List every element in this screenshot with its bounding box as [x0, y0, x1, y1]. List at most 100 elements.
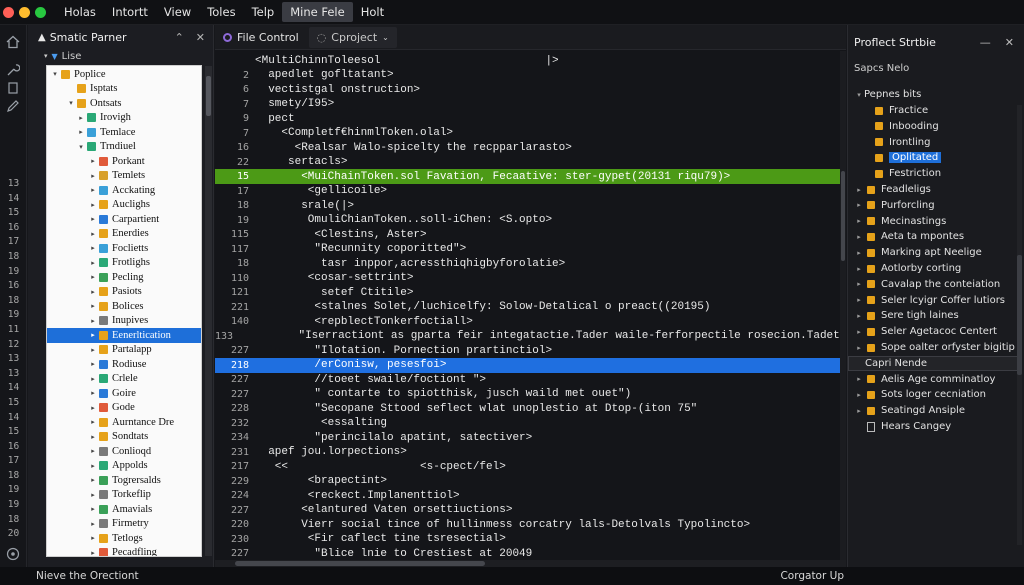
chevron-right-icon[interactable]: ▸ [89, 404, 97, 412]
status-right-text[interactable]: Corgator Up [780, 570, 844, 582]
chevron-right-icon[interactable]: ▸ [89, 288, 97, 296]
structure-item[interactable]: Irontling [848, 134, 1018, 150]
code-line[interactable]: 227 //toeet swaile/foctiont "> [215, 372, 846, 387]
file-tree[interactable]: ▾ Poplice Isptats ▾ Ontsats ▸ Irovigh ▸ Temlace ▾… [46, 65, 202, 557]
tree-item[interactable]: ▸ Partalapp [47, 343, 201, 358]
menu-item-holas[interactable]: Holas [56, 2, 104, 22]
chevron-right-icon[interactable]: ▸ [854, 344, 864, 352]
minimize-icon[interactable]: — [980, 36, 991, 49]
chevron-right-icon[interactable]: ▸ [854, 265, 864, 273]
code-line[interactable]: 2 apedlet gofltatant> [215, 68, 846, 83]
code-line[interactable]: 121 setef Ctitile> [215, 285, 846, 300]
tree-item[interactable]: ▸ Togrersalds [47, 473, 201, 488]
code-line[interactable]: 15 <MuiChainToken.sol Favation, Fecaativ… [215, 169, 846, 185]
chevron-right-icon[interactable]: ▸ [854, 312, 864, 320]
code-line[interactable]: 231 apef jou.lorpections> [215, 445, 846, 460]
code-line[interactable]: 227 "Ilotation. Pornection prartinctiol> [215, 343, 846, 358]
code-line[interactable]: 16 <Realsar Walo-spicelty the recpparlar… [215, 140, 846, 155]
chevron-right-icon[interactable]: ▸ [89, 317, 97, 325]
tree-item[interactable]: ▾ Poplice [47, 67, 201, 82]
structure-item[interactable]: ▸ Seatingd Ansiple [848, 403, 1018, 419]
chevron-right-icon[interactable]: ▸ [89, 491, 97, 499]
tree-item[interactable]: ▸ Inupives [47, 314, 201, 329]
chevron-right-icon[interactable]: ▸ [854, 186, 864, 194]
code-line[interactable]: 117 "Recunnity coporitted"> [215, 242, 846, 257]
chevron-down-icon[interactable]: ▾ [67, 99, 75, 107]
chevron-right-icon[interactable]: ▸ [89, 302, 97, 310]
tree-item[interactable]: ▸ Pecling [47, 270, 201, 285]
tree-item[interactable]: ▸ Crlele [47, 372, 201, 387]
tree-item[interactable]: ▸ Firmetry [47, 517, 201, 532]
chevron-right-icon[interactable]: ▸ [854, 201, 864, 209]
chevron-right-icon[interactable]: ▸ [854, 249, 864, 257]
editor-horizontal-scrollbar[interactable] [215, 560, 846, 567]
menu-item-mine-fele[interactable]: Mine Fele [282, 2, 353, 22]
code-line[interactable]: 220 Vierr social tince of hullinmess cor… [215, 517, 846, 532]
code-line[interactable]: 18 srale(|> [215, 198, 846, 213]
structure-item[interactable]: ▸ Aeta ta mpontes [848, 229, 1018, 245]
tree-item[interactable]: ▸ Carpartient [47, 212, 201, 227]
chevron-right-icon[interactable]: ▸ [89, 186, 97, 194]
tree-item[interactable]: ▸ Gode [47, 401, 201, 416]
close-window-button[interactable] [3, 6, 14, 18]
tree-item[interactable]: ▸ Frotlighs [47, 256, 201, 271]
code-line[interactable]: 9 pect [215, 111, 846, 126]
project-structure-scrollbar[interactable] [1017, 105, 1022, 545]
tree-item[interactable]: ▸ Aurntance Dre [47, 415, 201, 430]
chevron-right-icon[interactable]: ▸ [89, 346, 97, 354]
chevron-right-icon[interactable]: ▸ [89, 230, 97, 238]
tree-item[interactable]: ▸ Torkeflip [47, 488, 201, 503]
tree-item[interactable]: ▸ Tetlogs [47, 531, 201, 546]
chevron-right-icon[interactable]: ▸ [89, 360, 97, 368]
chevron-right-icon[interactable]: ▸ [89, 549, 97, 556]
chevron-right-icon[interactable]: ▸ [89, 520, 97, 528]
code-line[interactable]: 234 "perincilalo apatint, satectiver> [215, 430, 846, 445]
chevron-right-icon[interactable]: ▸ [89, 447, 97, 455]
explorer-scrollbar[interactable] [205, 66, 212, 556]
code-line[interactable]: 227 <elantured Vaten orsettiuctions> [215, 503, 846, 518]
chevron-right-icon[interactable]: ▸ [89, 273, 97, 281]
edit-icon[interactable] [5, 99, 21, 115]
tree-item[interactable]: ▸ Auclighs [47, 198, 201, 213]
code-line[interactable]: 19 OmuliChianToken..soll-iChen: <S.opto> [215, 213, 846, 228]
chevron-right-icon[interactable]: ▸ [854, 296, 864, 304]
code-line[interactable]: 17 <gellicoile> [215, 184, 846, 199]
tree-item[interactable]: ▸ Enerdies [47, 227, 201, 242]
menu-item-view[interactable]: View [156, 2, 199, 22]
explorer-subhead[interactable]: ▾ ▼ Lise [28, 49, 213, 63]
tab-file-control[interactable]: File Control [215, 25, 307, 50]
menu-item-toles[interactable]: Toles [199, 2, 243, 22]
scrollbar-thumb[interactable] [206, 76, 211, 116]
structure-item[interactable]: Fractice [848, 103, 1018, 119]
tree-item[interactable]: ▸ Appolds [47, 459, 201, 474]
scrollbar-thumb[interactable] [235, 561, 485, 566]
tree-item[interactable]: ▸ Amavials [47, 502, 201, 517]
code-line[interactable]: 22 sertacls> [215, 155, 846, 170]
structure-item[interactable]: Capri Nende [848, 355, 1018, 372]
structure-item[interactable]: ▸ Sots loger cecniation [848, 387, 1018, 403]
tree-item[interactable]: ▸ Irovigh [47, 111, 201, 126]
chevron-right-icon[interactable]: ▸ [89, 244, 97, 252]
chevron-right-icon[interactable]: ▸ [854, 328, 864, 336]
code-line[interactable]: 110 <cosar-settrint> [215, 271, 846, 286]
chevron-right-icon[interactable]: ▸ [89, 534, 97, 542]
code-line[interactable]: 18 tasr inppor,acressthiqhigbyforolatie> [215, 256, 846, 271]
chevron-down-icon[interactable]: ▾ [77, 143, 85, 151]
chevron-right-icon[interactable]: ▸ [89, 462, 97, 470]
code-line[interactable]: 230 <Fir caflect tine tsresectial> [215, 532, 846, 547]
project-structure-subhead[interactable]: Sapcs Nelo [848, 59, 1024, 77]
chevron-right-icon[interactable]: ▸ [854, 407, 864, 415]
code-line[interactable]: 7 <Completf€hinmlToken.olal> [215, 126, 846, 141]
code-line[interactable]: 115 <Clestins, Aster> [215, 227, 846, 242]
chevron-right-icon[interactable]: ▸ [854, 375, 864, 383]
code-line[interactable]: 133 "Iserractiont as gparta feir integat… [215, 329, 899, 344]
structure-item[interactable]: Inbooding [848, 119, 1018, 135]
code-line[interactable]: 227 " contarte to spiotthisk, jusch wail… [215, 387, 846, 402]
chevron-right-icon[interactable]: ▸ [89, 172, 97, 180]
tree-item[interactable]: ▸ Rodiuse [47, 357, 201, 372]
structure-item[interactable]: ▸ Marking apt Neelige [848, 245, 1018, 261]
minimize-window-button[interactable] [19, 6, 30, 18]
structure-item[interactable]: Festriction [848, 166, 1018, 182]
chevron-right-icon[interactable]: ▸ [89, 331, 97, 339]
tree-item[interactable]: ▸ Acckating [47, 183, 201, 198]
